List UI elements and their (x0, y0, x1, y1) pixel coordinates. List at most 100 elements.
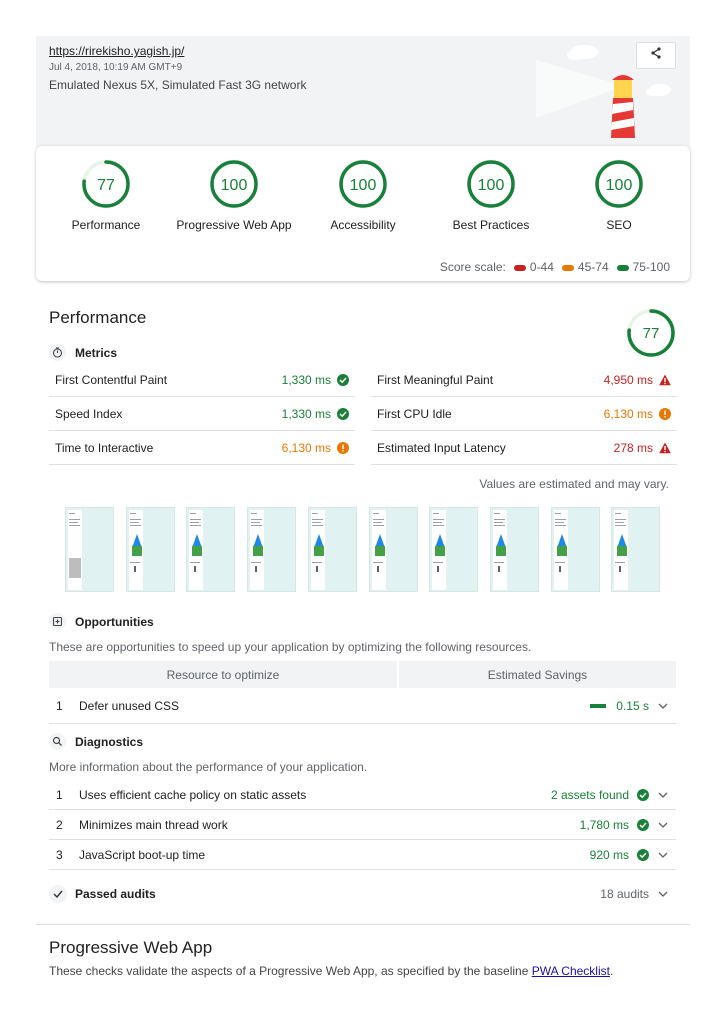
passed-audits-count: 18 audits (600, 887, 649, 901)
metric-row: First Meaningful Paint 4,950 ms (371, 363, 677, 397)
share-menu-button[interactable] (636, 42, 676, 69)
pwa-description-text: These checks validate the aspects of a P… (49, 964, 532, 978)
audit-name: JavaScript boot-up time (79, 847, 206, 862)
diagnostics-header: Diagnostics (49, 733, 143, 750)
col-resource: Resource to optimize (49, 661, 397, 688)
opportunities-header: Opportunities (49, 613, 154, 630)
category-score: 100 (478, 177, 505, 194)
audit-value: 2 assets found (550, 787, 629, 802)
category-scores-card: 77 Performance 100 Progressive Web App 100 Ac… (36, 146, 690, 281)
metric-value: 6,130 ms (603, 406, 653, 421)
chevron-down-icon[interactable] (657, 891, 669, 897)
score-ring: 100 (595, 160, 643, 208)
audit-name: Minimizes main thread work (79, 817, 228, 832)
filmstrip-frame (125, 507, 175, 592)
average-info-icon (337, 441, 349, 454)
chevron-down-icon[interactable] (657, 822, 669, 828)
opportunities-title: Opportunities (75, 614, 154, 629)
average-info-icon (659, 407, 671, 420)
tested-url-link[interactable]: https://rirekisho.yagish.jp/ (49, 44, 184, 58)
audit-number: 1 (56, 787, 63, 802)
metric-value: 1,330 ms (281, 406, 331, 421)
filmstrip-frame (489, 507, 539, 592)
metrics-header: Metrics (49, 344, 117, 361)
fail-warning-icon (659, 374, 671, 386)
passed-audits-title: Passed audits (75, 887, 156, 901)
score-scale-label: Score scale: (439, 260, 506, 274)
scale-range-pass: 75-100 (616, 260, 670, 274)
diagnostic-row[interactable]: 3 JavaScript boot-up time 920 ms (49, 840, 676, 870)
metric-row: First Contentful Paint 1,330 ms (49, 363, 355, 397)
category-gauge[interactable]: 100 Accessibility (298, 158, 428, 232)
audit-name: Uses efficient cache policy on static as… (79, 787, 307, 802)
performance-title: Performance (49, 308, 147, 327)
score-scale-legend: Score scale: 0-44 45-74 75-100 (440, 260, 670, 274)
pass-check-icon (637, 818, 649, 831)
savings-value: 0.15 s (616, 698, 649, 713)
pass-check-icon (637, 788, 649, 801)
metric-value: 6,130 ms (281, 440, 331, 455)
filmstrip-frame (550, 507, 600, 592)
category-gauge[interactable]: 100 Progressive Web App (169, 158, 299, 232)
filmstrip (65, 507, 665, 593)
pwa-section-title: Progressive Web App (49, 938, 213, 957)
metric-row: Speed Index 1,330 ms (49, 397, 355, 431)
pass-check-icon (337, 407, 349, 420)
opportunity-icon (49, 613, 66, 630)
share-icon (649, 46, 663, 65)
pwa-description: These checks validate the aspects of a P… (49, 964, 613, 978)
audit-value: 1,780 ms (579, 817, 629, 832)
category-score: 100 (350, 177, 377, 194)
category-score: 77 (97, 177, 115, 194)
performance-gauge: 77 (626, 308, 676, 363)
filmstrip-frame (307, 507, 357, 592)
metric-value: 278 ms (613, 440, 653, 455)
opportunities-table-header: Resource to optimize Estimated Savings (49, 661, 676, 688)
savings-bar (590, 703, 607, 708)
stopwatch-icon (49, 344, 66, 361)
diagnostics-description: More information about the performance o… (49, 760, 368, 774)
metric-name: Estimated Input Latency (377, 440, 506, 455)
diagnostic-row[interactable]: 1 Uses efficient cache policy on static a… (49, 780, 676, 810)
pass-check-icon (337, 373, 349, 386)
audit-number: 1 (56, 698, 63, 713)
category-label: Performance (71, 218, 141, 232)
filmstrip-frame (368, 507, 418, 592)
fail-warning-icon (659, 442, 671, 454)
score-ring: 77 (82, 160, 130, 208)
environment-text: Emulated Nexus 5X, Simulated Fast 3G net… (49, 78, 307, 92)
pass-check-icon (637, 848, 649, 861)
category-label: Accessibility (330, 218, 396, 232)
opportunity-row[interactable]: 1 Defer unused CSS 0.15 s (49, 688, 676, 724)
category-score: 100 (221, 177, 248, 194)
col-savings: Estimated Savings (399, 661, 676, 688)
metric-name: Speed Index (55, 406, 123, 421)
opportunities-description: These are opportunities to speed up your… (49, 640, 532, 654)
filmstrip-frame (186, 507, 236, 592)
filmstrip-frame (247, 507, 297, 592)
category-gauge[interactable]: 100 Best Practices (426, 158, 556, 232)
metric-row: Estimated Input Latency 278 ms (371, 431, 677, 465)
category-gauge[interactable]: 77 Performance (41, 158, 171, 232)
filmstrip-frame (65, 507, 114, 592)
scale-range-fail: 0-44 (513, 260, 554, 274)
category-label: SEO (606, 218, 632, 232)
diagnostics-title: Diagnostics (75, 734, 144, 749)
category-gauge[interactable]: 100 SEO (554, 158, 684, 232)
chevron-down-icon[interactable] (657, 792, 669, 798)
metric-value: 1,330 ms (281, 372, 331, 387)
chevron-down-icon[interactable] (657, 852, 669, 858)
chevron-down-icon[interactable] (657, 703, 669, 709)
passed-audits-row[interactable]: Passed audits 18 audits (49, 878, 676, 910)
diagnostic-row[interactable]: 2 Minimizes main thread work 1,780 ms (49, 810, 676, 840)
score-ring: 100 (339, 160, 387, 208)
metric-row: First CPU Idle 6,130 ms (371, 397, 677, 431)
pwa-description-end: . (609, 964, 614, 978)
metric-name: First Meaningful Paint (377, 372, 494, 387)
pwa-checklist-link[interactable]: PWA Checklist (532, 964, 610, 978)
metric-value: 4,950 ms (603, 372, 653, 387)
metric-name: Time to Interactive (55, 440, 154, 455)
audit-number: 2 (56, 817, 63, 832)
scale-range-average: 45-74 (561, 260, 609, 274)
category-label: Best Practices (452, 218, 530, 232)
